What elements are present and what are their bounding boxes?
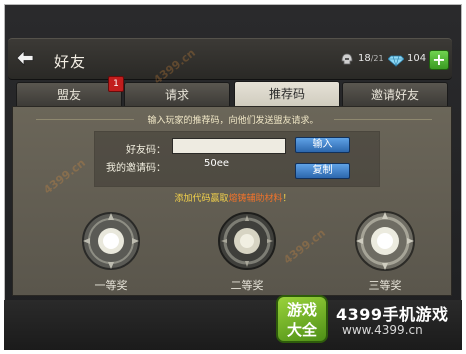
tab-invite-friends[interactable]: 邀请好友 <box>342 82 448 106</box>
third-prize-label: 三等奖 <box>368 279 402 292</box>
friend-code-input[interactable] <box>172 138 286 154</box>
helmet-count: 18 <box>358 53 371 64</box>
brand-name: 4399手机游戏 <box>336 305 449 324</box>
tab-invite-friends-label: 邀请好友 <box>370 88 419 102</box>
my-code-label: 我的邀请码： <box>106 163 166 174</box>
brand-logo-line1: 游戏 <box>286 301 317 319</box>
helmet-max: /21 <box>370 54 384 63</box>
third-prize-medal-icon <box>352 208 418 274</box>
page-title: 好友 <box>54 53 87 71</box>
tab-requests-label: 请求 <box>164 88 189 102</box>
instruction-text: 输入玩家的推荐码，向他们发送盟友请求。 <box>147 116 319 126</box>
reward-text-prefix: 添加代码赢取 <box>174 194 229 204</box>
tab-allies-label: 盟友 <box>56 88 81 102</box>
reward-text: 添加代码赢取熔铸辅助材料！ <box>0 191 466 204</box>
allies-badge: 1 <box>108 76 124 92</box>
reward-text-suffix: ！ <box>282 194 292 204</box>
copy-button[interactable]: 复制 <box>295 163 350 179</box>
brand-url: www.4399.cn <box>342 323 423 337</box>
add-gems-button[interactable]: + <box>429 50 449 70</box>
tab-referral-code-label: 推荐码 <box>268 87 305 101</box>
tab-requests[interactable]: 请求 <box>124 82 230 106</box>
reward-text-highlight: 熔铸辅助材料 <box>228 194 283 204</box>
second-prize-label: 二等奖 <box>230 279 264 292</box>
brand-logo: 游戏 大全 <box>276 295 328 343</box>
helmet-icon <box>340 51 354 65</box>
back-arrow-icon[interactable] <box>16 50 34 66</box>
gem-count: 104 <box>407 53 427 64</box>
first-prize-medal-icon <box>78 208 144 274</box>
my-code-value: 50ee <box>204 158 230 169</box>
gem-icon <box>387 52 405 68</box>
second-prize-medal-icon <box>214 208 280 274</box>
tab-referral-code[interactable]: 推荐码 <box>234 81 340 107</box>
input-button[interactable]: 输入 <box>295 137 350 153</box>
tab-allies[interactable]: 盟友 <box>16 82 122 106</box>
helmet-counter: 18/21 <box>358 53 384 64</box>
brand-logo-line2: 大全 <box>286 321 317 339</box>
first-prize-label: 一等奖 <box>94 279 128 292</box>
friend-code-label: 好友码： <box>126 145 166 156</box>
